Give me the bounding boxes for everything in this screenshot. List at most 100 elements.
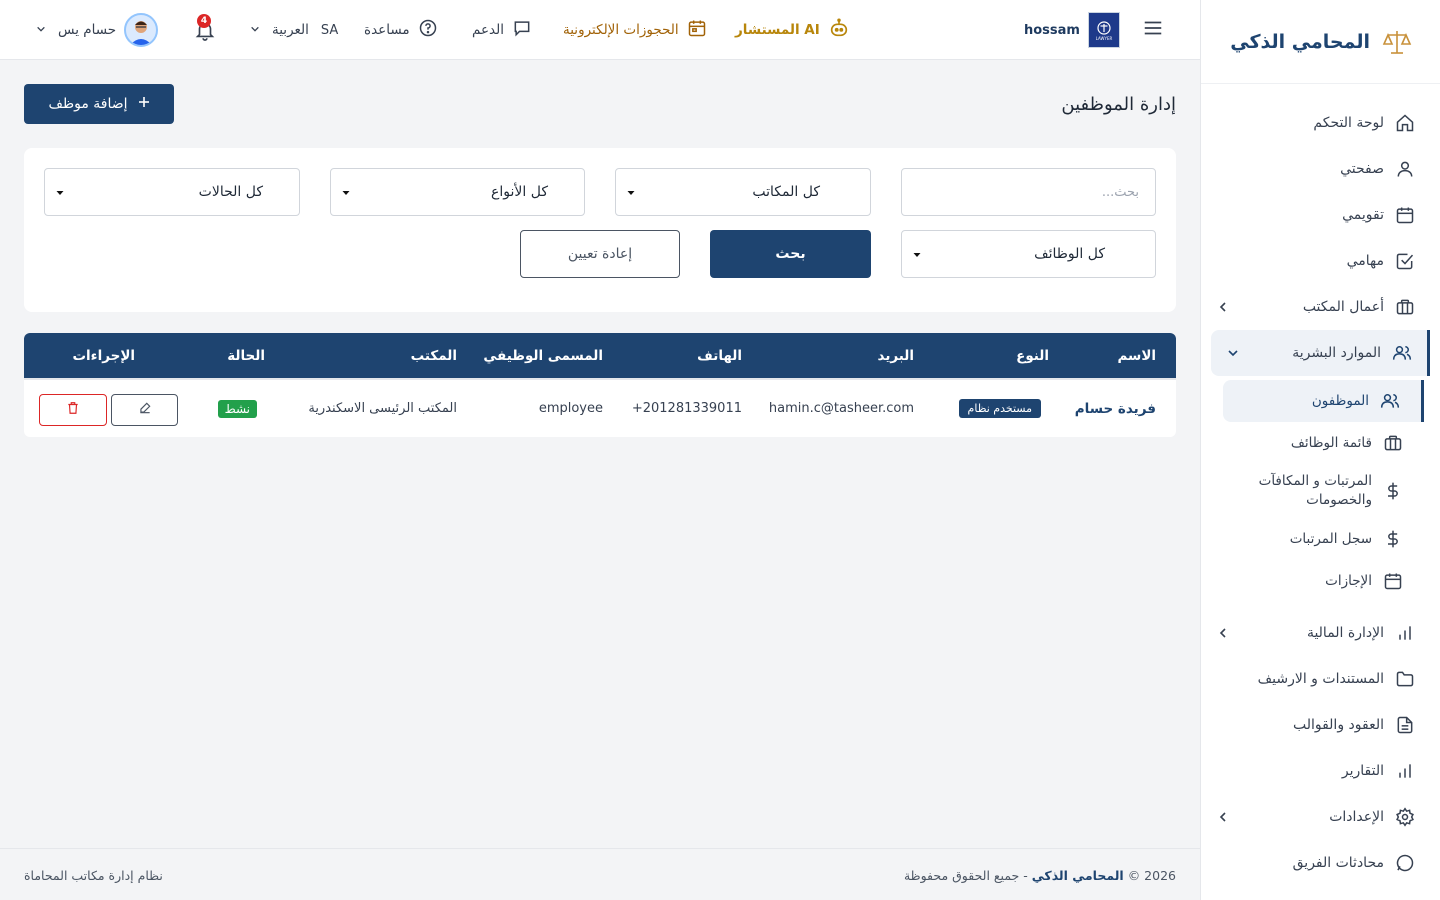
employee-name-link[interactable]: فريدة حسام	[1075, 380, 1156, 437]
edit-icon	[138, 401, 152, 419]
country-code: SA	[320, 22, 339, 38]
copyright: © 2026 المحامي الذكي - جميع الحقوق محفوظ…	[904, 849, 1176, 900]
office-select[interactable]: كل المكاتب	[615, 168, 871, 216]
sidebar-item-label: التقارير	[1341, 763, 1384, 779]
sidebar-subitem-job-list[interactable]: قائمة الوظائف	[1201, 422, 1424, 464]
bell-icon: 4	[194, 14, 216, 41]
language-switcher[interactable]: العربية SA	[250, 0, 338, 60]
ai-advisor-link[interactable]: المستشار AI	[735, 0, 850, 60]
chevron-left-icon	[1215, 809, 1231, 825]
page-title: إدارة الموظفين	[1061, 94, 1176, 115]
bookings-label: الحجوزات الإلكترونية	[563, 22, 679, 38]
robot-icon	[828, 17, 850, 43]
type-cell: مستخدم نظام	[958, 380, 1041, 437]
column-header-status: الحالة	[227, 347, 265, 364]
sidebar-subitem-employees[interactable]: الموظفون	[1223, 380, 1424, 422]
sidebar-item-dashboard[interactable]: لوحة التحكم	[1201, 100, 1440, 146]
search-button-label: بحث	[775, 246, 806, 262]
caret-down-icon	[341, 186, 351, 196]
sidebar-subitem-label: الموظفون	[1311, 393, 1369, 409]
status-select[interactable]: كل الحالات	[44, 168, 300, 216]
office-cell: المكتب الرئيسى الاسكندرية	[308, 401, 457, 416]
calendar-icon	[1394, 204, 1416, 226]
chat-icon	[1394, 852, 1416, 874]
bookings-link[interactable]: الحجوزات الإلكترونية	[563, 0, 707, 60]
sidebar-subitem-label: قائمة الوظائف	[1290, 435, 1372, 451]
sidebar-item-finance[interactable]: الإدارة المالية	[1201, 610, 1440, 656]
column-header-type: النوع	[1016, 347, 1049, 364]
sidebar-subitem-leaves[interactable]: الإجازات	[1201, 560, 1424, 602]
add-employee-button[interactable]: إضافة موظف	[24, 84, 174, 124]
user-icon	[1394, 158, 1416, 180]
support-label: الدعم	[472, 22, 504, 38]
users-icon	[1391, 342, 1413, 364]
system-name: نظام إدارة مكاتب المحاماة	[24, 867, 163, 883]
sidebar-item-label: العقود والقوالب	[1292, 717, 1384, 733]
caret-down-icon	[912, 248, 922, 258]
status-cell: نشط	[217, 380, 257, 437]
support-link[interactable]: الدعم	[472, 0, 532, 60]
sidebar-item-my-page[interactable]: صفحتي	[1201, 146, 1440, 192]
dollar-icon	[1382, 480, 1404, 502]
trash-icon	[66, 401, 80, 419]
type-select[interactable]: كل الأنواع	[330, 168, 585, 216]
sidebar-item-label: المستندات و الارشيف	[1257, 671, 1384, 687]
menu-toggle-button[interactable]	[1142, 0, 1164, 60]
hamburger-icon	[1142, 17, 1164, 43]
chevron-left-icon	[1215, 299, 1231, 315]
sidebar-subitem-salaries-bonuses[interactable]: المرتبات و المكافآت والخصومات	[1201, 464, 1424, 518]
search-input[interactable]: بحث...	[901, 168, 1156, 216]
chevron-left-icon	[1215, 625, 1231, 641]
brand[interactable]: المحامي الذكي	[1201, 0, 1440, 84]
search-button[interactable]: بحث	[710, 230, 871, 278]
ai-advisor-label: المستشار AI	[735, 22, 820, 38]
sidebar-subitem-payroll-log[interactable]: سجل المرتبات	[1201, 518, 1424, 560]
avatar	[124, 13, 159, 47]
sidebar-subitem-label: الإجازات	[1325, 573, 1372, 589]
brand-name: المحامي الذكي	[1230, 30, 1370, 53]
employees-table: الاسم النوع البريد الهاتف المسمى الوظيفي…	[24, 333, 1176, 437]
copyright-suffix: - جميع الحقوق محفوظة	[903, 867, 1028, 883]
job-select[interactable]: كل الوظائف	[901, 230, 1156, 278]
user-menu[interactable]: حسام يس	[36, 0, 159, 60]
sidebar-item-label: مهامي	[1346, 253, 1384, 269]
table-header: الاسم النوع البريد الهاتف المسمى الوظيفي…	[24, 333, 1176, 378]
sidebar-item-label: صفحتي	[1340, 161, 1384, 177]
dollar-icon	[1382, 528, 1404, 550]
delete-button[interactable]	[39, 394, 107, 426]
column-header-phone: الهاتف	[697, 347, 742, 364]
help-link[interactable]: مساعدة	[364, 0, 438, 60]
status-select-value: كل الحالات	[198, 184, 263, 200]
sidebar-item-reports[interactable]: التقارير	[1201, 748, 1440, 794]
sidebar-item-contracts[interactable]: العقود والقوالب	[1201, 702, 1440, 748]
sidebar-item-documents[interactable]: المستندات و الارشيف	[1201, 656, 1440, 702]
sidebar-item-label: الإعدادات	[1329, 809, 1384, 825]
sidebar-item-office-work[interactable]: أعمال المكتب	[1201, 284, 1440, 330]
sidebar-item-settings[interactable]: الإعدادات	[1201, 794, 1440, 840]
office-name: hossam	[1024, 22, 1080, 38]
chevron-down-icon	[250, 22, 260, 38]
edit-button[interactable]	[111, 394, 178, 426]
calendar-icon	[1382, 570, 1404, 592]
notifications[interactable]: 4	[194, 0, 216, 60]
sidebar-item-my-tasks[interactable]: مهامي	[1201, 238, 1440, 284]
briefcase-icon	[1394, 296, 1416, 318]
sidebar-nav: لوحة التحكم صفحتي تقويمي مهامي أعمال الم…	[1201, 84, 1440, 886]
bar-chart-icon	[1394, 760, 1416, 782]
caret-down-icon	[626, 186, 636, 196]
type-badge: مستخدم نظام	[958, 399, 1041, 418]
sidebar-item-hr[interactable]: الموارد البشرية	[1211, 330, 1430, 376]
add-employee-label: إضافة موظف	[48, 96, 128, 112]
help-circle-icon	[418, 18, 438, 42]
sidebar-item-my-calendar[interactable]: تقويمي	[1201, 192, 1440, 238]
office-switcher[interactable]: hossam LAWYER	[1024, 0, 1120, 60]
user-name: حسام يس	[58, 22, 117, 38]
reset-button[interactable]: إعادة تعيين	[520, 230, 680, 278]
sidebar-item-team-chat[interactable]: محادثات الفريق	[1201, 840, 1440, 886]
chevron-down-icon	[1225, 345, 1241, 361]
column-header-office: المكتب	[410, 347, 457, 364]
table-row: فريدة حسام مستخدم نظام hamin.c@tasheer.c…	[24, 378, 1176, 437]
sidebar-item-label: لوحة التحكم	[1313, 115, 1384, 131]
reset-button-label: إعادة تعيين	[567, 246, 633, 262]
office-logo: LAWYER	[1087, 12, 1120, 48]
